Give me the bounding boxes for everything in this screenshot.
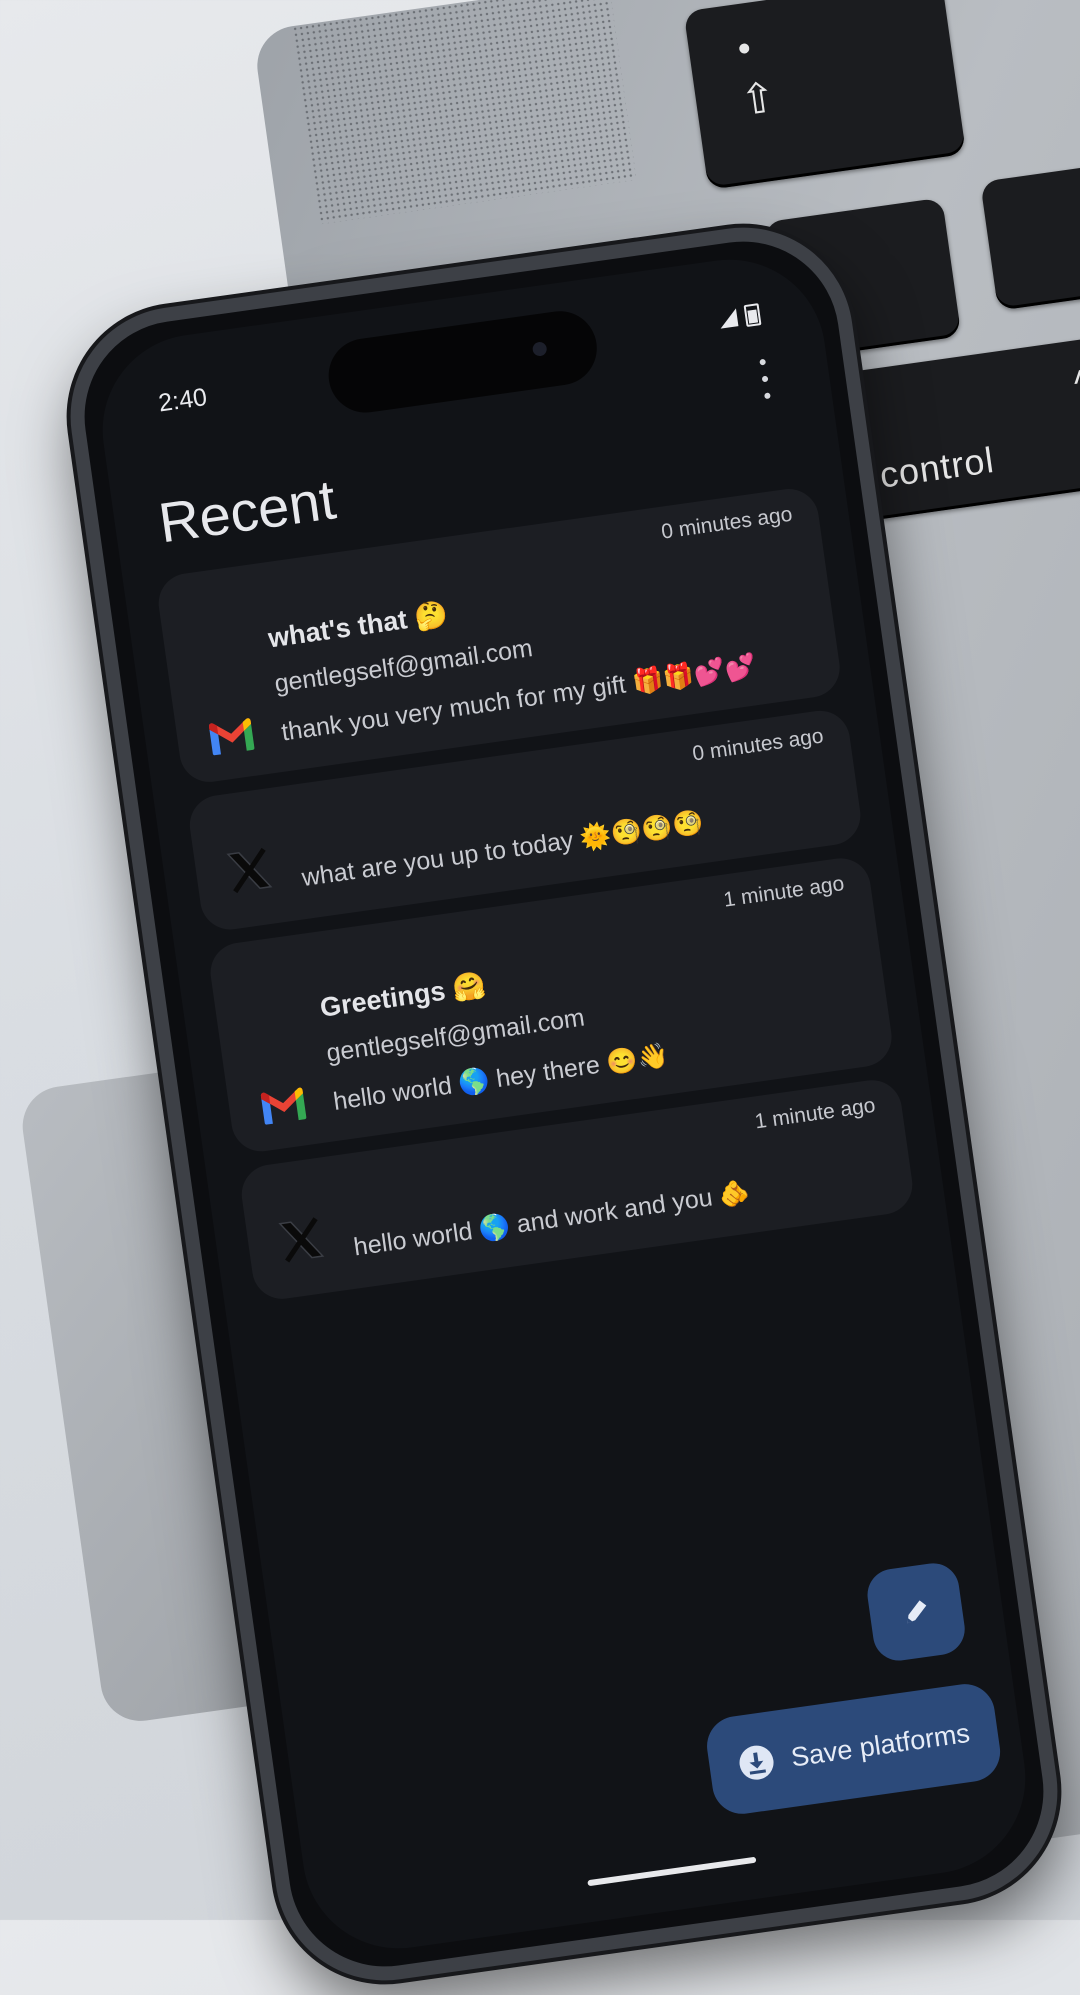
- message-time: 1 minute ago: [753, 1093, 877, 1134]
- x-icon: [275, 1214, 328, 1271]
- gmail-icon: [205, 716, 258, 763]
- message-time: 0 minutes ago: [691, 724, 825, 766]
- pencil-icon: [907, 1600, 927, 1624]
- save-platforms-button[interactable]: Save platforms: [703, 1680, 1004, 1818]
- speaker-grille: [291, 0, 637, 225]
- message-body: hello world 🌎 and work and you 🫵: [351, 1178, 752, 1262]
- message-time: 0 minutes ago: [659, 502, 794, 544]
- home-indicator[interactable]: [587, 1856, 757, 1887]
- status-time: 2:40: [156, 382, 209, 418]
- page-title: Recent: [154, 467, 340, 555]
- x-icon: [223, 845, 276, 902]
- control-caret-icon: ^: [1071, 360, 1080, 404]
- battery-icon: [743, 303, 762, 328]
- compose-button[interactable]: [864, 1559, 969, 1664]
- save-platforms-label: Save platforms: [789, 1717, 972, 1773]
- key-control-label: control: [877, 438, 997, 496]
- signal-icon: [718, 308, 739, 329]
- download-icon: [737, 1743, 776, 1782]
- key-shift: ⇧: [683, 0, 967, 190]
- shift-arrow-icon: ⇧: [737, 72, 779, 125]
- status-bar: 2:40: [156, 299, 764, 423]
- caps-lock-indicator: [738, 42, 750, 55]
- status-icons: [718, 303, 762, 330]
- key-blank: [980, 159, 1080, 311]
- gmail-icon: [257, 1085, 310, 1132]
- message-list: 0 minutes ago what's that 🤔 gentlegself@…: [154, 485, 918, 1316]
- overflow-menu-icon[interactable]: [750, 357, 779, 400]
- message-time: 1 minute ago: [722, 871, 846, 912]
